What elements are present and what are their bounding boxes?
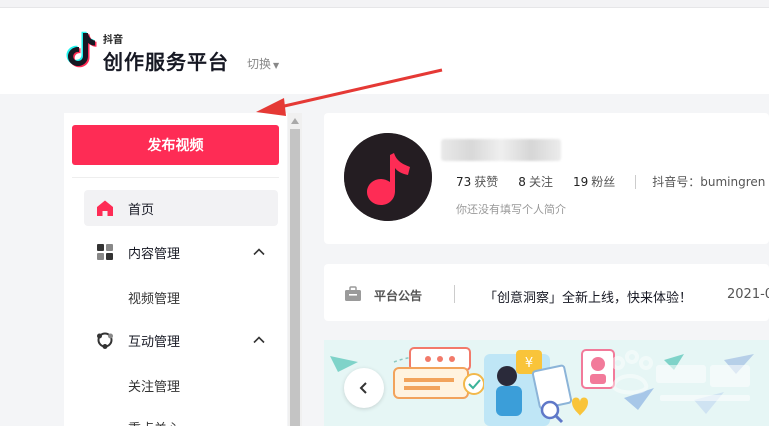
caret-down-icon: ▼ xyxy=(273,61,280,70)
sidebar: 发布视频 首页 内容管理 视频管理 互动管理 关注管理 重点关心 xyxy=(64,113,287,426)
sidebar-item-label: 首页 xyxy=(128,202,155,218)
following-label: 关注 xyxy=(528,175,553,189)
switch-dropdown[interactable]: 切换 ▼ xyxy=(247,55,279,72)
fans-label: 粉丝 xyxy=(591,175,616,189)
banner-prev-button[interactable] xyxy=(344,368,384,408)
announcement-text[interactable]: 「创意洞察」全新上线，快来体验！ xyxy=(484,287,692,306)
svg-text:¥: ¥ xyxy=(525,356,533,371)
sidebar-scrollbar[interactable] xyxy=(288,113,302,426)
baidu-jingyan-watermark xyxy=(611,350,750,401)
sidebar-subitem-follow-management[interactable]: 关注管理 xyxy=(128,376,180,395)
home-icon xyxy=(96,199,114,217)
fans-count: 19 xyxy=(572,175,589,189)
brand-small-label: 抖音 xyxy=(103,35,123,46)
sidebar-item-interaction-management[interactable]: 互动管理 xyxy=(84,322,278,358)
scroll-up-arrow-icon[interactable] xyxy=(291,118,299,124)
stats-divider xyxy=(635,174,637,189)
profile-stats: 73 获赞 8 关注 19 粉丝 抖音号：bumingren xyxy=(456,173,765,190)
announcement-date: 2021-0 xyxy=(727,287,769,302)
douyin-logo-icon[interactable] xyxy=(64,30,98,70)
chevron-up-icon xyxy=(253,248,265,256)
following-stat[interactable]: 8 关注 xyxy=(518,173,553,190)
grid-icon xyxy=(96,243,114,261)
chevron-left-icon xyxy=(359,382,367,394)
douyin-id: 抖音号：bumingren xyxy=(652,175,766,189)
browser-top-strip xyxy=(0,0,769,8)
sidebar-item-content-management[interactable]: 内容管理 xyxy=(84,234,278,270)
likes-stat: 73 获赞 xyxy=(456,173,498,190)
sidebar-divider xyxy=(72,177,279,178)
briefcase-icon xyxy=(345,286,361,301)
username-blurred xyxy=(441,139,561,161)
sidebar-item-home[interactable]: 首页 xyxy=(84,190,278,226)
avatar[interactable] xyxy=(344,133,432,221)
following-count: 8 xyxy=(518,175,526,189)
chevron-up-icon xyxy=(253,336,265,344)
likes-label: 获赞 xyxy=(474,175,499,189)
profile-intro: 你还没有填写个人简介 xyxy=(456,203,566,216)
likes-count: 73 xyxy=(456,175,472,189)
music-note-icon xyxy=(344,133,432,221)
publish-video-button[interactable]: 发布视频 xyxy=(72,125,279,165)
interaction-icon xyxy=(96,331,114,349)
announcement-bar: 平台公告 「创意洞察」全新上线，快来体验！ 2021-0 xyxy=(324,264,769,321)
fans-stat[interactable]: 19 粉丝 xyxy=(573,173,615,190)
switch-label: 切换 xyxy=(247,57,272,71)
brand-title: 创作服务平台 xyxy=(103,50,229,74)
sidebar-subitem-video-management[interactable]: 视频管理 xyxy=(128,288,180,307)
app-header: 抖音 创作服务平台 切换 ▼ xyxy=(0,8,769,94)
sidebar-item-label: 互动管理 xyxy=(128,334,181,350)
announcement-label: 平台公告 xyxy=(374,289,423,303)
announcement-divider xyxy=(454,285,455,303)
sidebar-subitem-key-care[interactable]: 重点关心 xyxy=(128,418,180,426)
scrollbar-thumb[interactable] xyxy=(290,129,300,426)
sidebar-item-label: 内容管理 xyxy=(128,246,181,262)
profile-card: 73 获赞 8 关注 19 粉丝 抖音号：bumingren 你还没有填写个人简介 xyxy=(324,113,769,244)
